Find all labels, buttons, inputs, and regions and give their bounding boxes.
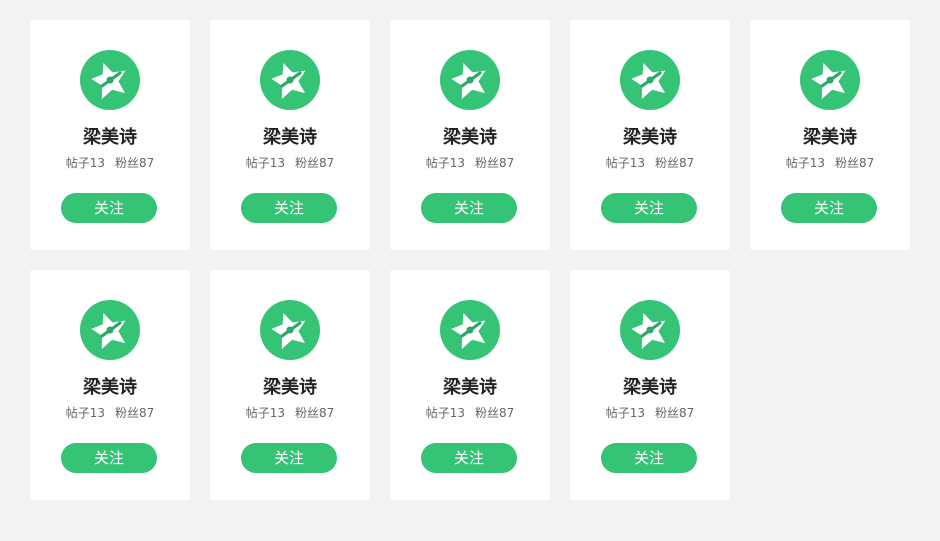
- fans-count: 粉丝87: [475, 406, 515, 420]
- fans-count: 粉丝87: [115, 156, 155, 170]
- follow-button[interactable]: 关注: [61, 443, 157, 473]
- user-stats: 帖子13 粉丝87: [570, 405, 730, 421]
- user-stats: 帖子13 粉丝87: [570, 155, 730, 171]
- follow-button[interactable]: 关注: [601, 193, 697, 223]
- avatar[interactable]: [620, 50, 680, 110]
- user-card: 梁美诗 帖子13 粉丝87 关注: [750, 20, 910, 250]
- follow-button[interactable]: 关注: [421, 193, 517, 223]
- user-name: 梁美诗: [623, 127, 677, 148]
- posts-count: 帖子13: [65, 406, 105, 420]
- follow-button[interactable]: 关注: [241, 443, 337, 473]
- fans-count: 粉丝87: [835, 156, 875, 170]
- avatar[interactable]: [800, 50, 860, 110]
- avatar[interactable]: [440, 300, 500, 360]
- user-stats: 帖子13 粉丝87: [210, 405, 370, 421]
- user-card-grid: 梁美诗 帖子13 粉丝87 关注 梁美诗 帖子13 粉丝87 关注 梁美诗 帖子…: [0, 0, 940, 541]
- posts-count: 帖子13: [605, 156, 645, 170]
- user-card: 梁美诗 帖子13 粉丝87 关注: [210, 20, 370, 250]
- user-card: 梁美诗 帖子13 粉丝87 关注: [570, 270, 730, 500]
- user-card: 梁美诗 帖子13 粉丝87 关注: [390, 270, 550, 500]
- user-name: 梁美诗: [83, 127, 137, 148]
- avatar[interactable]: [80, 50, 140, 110]
- avatar[interactable]: [260, 300, 320, 360]
- posts-count: 帖子13: [65, 156, 105, 170]
- user-name: 梁美诗: [263, 127, 317, 148]
- avatar[interactable]: [440, 50, 500, 110]
- star-logo-icon: [271, 63, 306, 100]
- user-card: 梁美诗 帖子13 粉丝87 关注: [390, 20, 550, 250]
- user-stats: 帖子13 粉丝87: [750, 155, 910, 171]
- avatar[interactable]: [80, 300, 140, 360]
- user-name: 梁美诗: [263, 377, 317, 398]
- fans-count: 粉丝87: [295, 406, 335, 420]
- fans-count: 粉丝87: [655, 406, 695, 420]
- star-logo-icon: [451, 313, 486, 350]
- user-stats: 帖子13 粉丝87: [390, 405, 550, 421]
- star-logo-icon: [271, 313, 306, 350]
- avatar[interactable]: [260, 50, 320, 110]
- user-name: 梁美诗: [803, 127, 857, 148]
- posts-count: 帖子13: [425, 406, 465, 420]
- user-card: 梁美诗 帖子13 粉丝87 关注: [210, 270, 370, 500]
- posts-count: 帖子13: [785, 156, 825, 170]
- follow-button[interactable]: 关注: [421, 443, 517, 473]
- follow-button[interactable]: 关注: [601, 443, 697, 473]
- user-name: 梁美诗: [443, 377, 497, 398]
- fans-count: 粉丝87: [115, 406, 155, 420]
- user-stats: 帖子13 粉丝87: [30, 405, 190, 421]
- user-name: 梁美诗: [83, 377, 137, 398]
- star-logo-icon: [451, 63, 486, 100]
- avatar[interactable]: [620, 300, 680, 360]
- user-stats: 帖子13 粉丝87: [390, 155, 550, 171]
- star-logo-icon: [91, 63, 126, 100]
- star-logo-icon: [631, 63, 666, 100]
- star-logo-icon: [631, 313, 666, 350]
- star-logo-icon: [811, 63, 846, 100]
- user-name: 梁美诗: [623, 377, 677, 398]
- fans-count: 粉丝87: [655, 156, 695, 170]
- posts-count: 帖子13: [425, 156, 465, 170]
- user-card: 梁美诗 帖子13 粉丝87 关注: [30, 270, 190, 500]
- fans-count: 粉丝87: [295, 156, 335, 170]
- user-card: 梁美诗 帖子13 粉丝87 关注: [570, 20, 730, 250]
- follow-button[interactable]: 关注: [781, 193, 877, 223]
- user-card: 梁美诗 帖子13 粉丝87 关注: [30, 20, 190, 250]
- user-stats: 帖子13 粉丝87: [30, 155, 190, 171]
- posts-count: 帖子13: [245, 406, 285, 420]
- user-name: 梁美诗: [443, 127, 497, 148]
- user-stats: 帖子13 粉丝87: [210, 155, 370, 171]
- posts-count: 帖子13: [605, 406, 645, 420]
- star-logo-icon: [91, 313, 126, 350]
- posts-count: 帖子13: [245, 156, 285, 170]
- fans-count: 粉丝87: [475, 156, 515, 170]
- follow-button[interactable]: 关注: [241, 193, 337, 223]
- follow-button[interactable]: 关注: [61, 193, 157, 223]
